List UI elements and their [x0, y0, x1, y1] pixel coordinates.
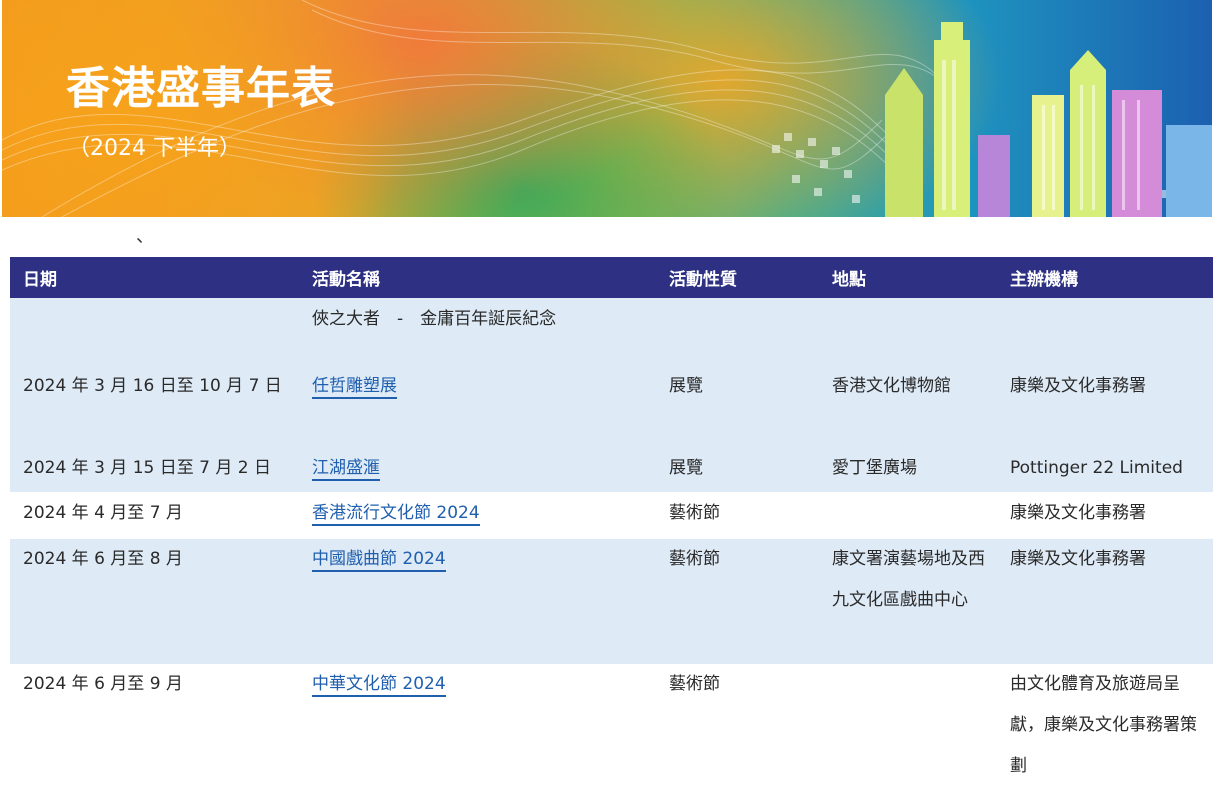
table-row: 2024 年 6 月至 8 月 中國戲曲節 2024 藝術節 康文署演藝場地及西…	[10, 539, 1213, 664]
table-row: 2024 年 3 月 15 日至 7 月 2 日 江湖盛滙 展覽 愛丁堡廣場 P…	[10, 448, 1213, 492]
header-venue: 地點	[819, 257, 997, 298]
page-title: 香港盛事年表	[66, 63, 336, 114]
table-row: 俠之大者 - 金庸百年誕辰紀念	[10, 298, 1213, 344]
event-organizer: Pottinger 22 Limited	[997, 448, 1213, 492]
event-date: 2024 年 6 月至 8 月	[10, 539, 299, 664]
event-group-title: 俠之大者 - 金庸百年誕辰紀念	[299, 298, 656, 344]
event-organizer: 康樂及文化事務署	[997, 539, 1213, 664]
event-date: 2024 年 3 月 15 日至 7 月 2 日	[10, 448, 299, 492]
table-header-row: 日期 活動名稱 活動性質 地點 主辦機構	[10, 257, 1213, 298]
table-row: 2024 年 6 月至 9 月 中華文化節 2024 藝術節 由文化體育及旅遊局…	[10, 664, 1213, 787]
table-row: 2024 年 4 月至 7 月 香港流行文化節 2024 藝術節 康樂及文化事務…	[10, 492, 1213, 539]
event-type: 藝術節	[656, 664, 819, 787]
event-venue: 愛丁堡廣場	[819, 448, 997, 492]
event-link[interactable]: 江湖盛滙	[312, 458, 380, 481]
event-name: 中國戲曲節 2024	[299, 539, 656, 664]
event-type: 展覽	[656, 448, 819, 492]
event-organizer: 康樂及文化事務署	[997, 344, 1213, 448]
stray-punctuation: 、	[136, 226, 154, 247]
event-type: 藝術節	[656, 539, 819, 664]
event-venue: 康文署演藝場地及西九文化區戲曲中心	[819, 539, 997, 664]
header-date: 日期	[10, 257, 299, 298]
event-link[interactable]: 中華文化節 2024	[312, 674, 446, 697]
event-name: 任哲雕塑展	[299, 344, 656, 448]
event-venue	[819, 664, 997, 787]
event-date: 2024 年 3 月 16 日至 10 月 7 日	[10, 344, 299, 448]
header-event-type: 活動性質	[656, 257, 819, 298]
event-name: 香港流行文化節 2024	[299, 492, 656, 539]
page-subtitle: （2024 下半年）	[68, 136, 241, 161]
event-link[interactable]: 任哲雕塑展	[312, 376, 397, 399]
event-organizer: 由文化體育及旅遊局呈獻，康樂及文化事務署策劃	[997, 664, 1213, 787]
event-date: 2024 年 4 月至 7 月	[10, 492, 299, 539]
event-type: 藝術節	[656, 492, 819, 539]
event-date: 2024 年 6 月至 9 月	[10, 664, 299, 787]
table-row: 2024 年 3 月 16 日至 10 月 7 日 任哲雕塑展 展覽 香港文化博…	[10, 344, 1213, 448]
header-organizer: 主辦機構	[997, 257, 1213, 298]
event-name: 江湖盛滙	[299, 448, 656, 492]
events-table: 日期 活動名稱 活動性質 地點 主辦機構 俠之大者 - 金庸百年誕辰紀念 202…	[10, 257, 1213, 787]
event-name: 中華文化節 2024	[299, 664, 656, 787]
event-type: 展覽	[656, 344, 819, 448]
hero-banner: 香港盛事年表 （2024 下半年）	[2, 0, 1212, 217]
event-organizer: 康樂及文化事務署	[997, 492, 1213, 539]
event-venue: 香港文化博物館	[819, 344, 997, 448]
header-event-name: 活動名稱	[299, 257, 656, 298]
event-link[interactable]: 中國戲曲節 2024	[312, 549, 446, 572]
event-venue	[819, 492, 997, 539]
event-link[interactable]: 香港流行文化節 2024	[312, 503, 480, 526]
